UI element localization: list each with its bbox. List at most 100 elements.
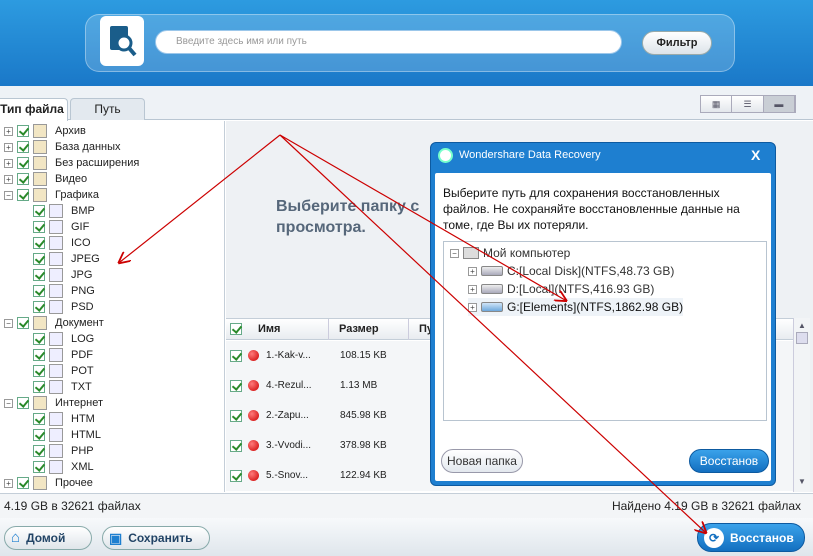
computer-icon xyxy=(463,247,479,259)
tree-item-label: Архив xyxy=(55,125,86,137)
tree-line-icon xyxy=(20,431,29,440)
tree-checkbox[interactable] xyxy=(33,365,45,377)
row-checkbox[interactable] xyxy=(230,380,242,392)
scroll-up-icon[interactable]: ▲ xyxy=(796,320,808,332)
tree-item-label: JPG xyxy=(71,269,93,281)
expand-icon[interactable]: + xyxy=(4,158,13,168)
expand-icon[interactable]: − xyxy=(4,318,13,328)
detail-view-icon[interactable]: ▬ xyxy=(763,96,795,112)
file-type-icon xyxy=(49,380,63,394)
tree-item[interactable]: ICO xyxy=(20,235,91,251)
dialog-title: Wondershare Data Recovery xyxy=(459,149,601,161)
header-size[interactable]: Размер xyxy=(328,319,379,340)
tree-checkbox[interactable] xyxy=(17,189,29,201)
tree-checkbox[interactable] xyxy=(17,125,29,137)
save-button[interactable]: ▣ Сохранить xyxy=(102,526,210,550)
tree-checkbox[interactable] xyxy=(33,237,45,249)
expand-icon[interactable]: − xyxy=(4,190,13,200)
drive-label: C:[Local Disk](NTFS,48.73 GB) xyxy=(507,264,675,278)
expand-icon[interactable]: + xyxy=(4,478,13,488)
tree-checkbox[interactable] xyxy=(33,285,45,297)
collapse-icon[interactable]: − xyxy=(450,248,459,258)
tree-item[interactable]: JPEG xyxy=(20,251,100,267)
tree-item[interactable]: GIF xyxy=(20,219,89,235)
tree-item[interactable]: PDF xyxy=(20,347,93,363)
tree-item-label: TXT xyxy=(71,381,92,393)
tree-item[interactable]: PNG xyxy=(20,283,95,299)
tree-item[interactable]: LOG xyxy=(20,331,94,347)
tree-item[interactable]: + Архив xyxy=(4,123,86,139)
tree-item[interactable]: + Без расширения xyxy=(4,155,139,171)
tree-checkbox[interactable] xyxy=(17,397,29,409)
tree-checkbox[interactable] xyxy=(17,157,29,169)
tree-checkbox[interactable] xyxy=(33,269,45,281)
tree-root[interactable]: − Мой компьютер xyxy=(450,244,570,262)
tree-item[interactable]: − Интернет xyxy=(4,395,103,411)
app-logo-icon xyxy=(438,148,453,163)
tree-item[interactable]: XML xyxy=(20,459,94,475)
header-name[interactable]: Имя xyxy=(258,323,280,335)
search-input[interactable]: Введите здесь имя или путь xyxy=(155,30,622,54)
grid-view-icon[interactable]: ▦ xyxy=(701,96,733,112)
tree-checkbox[interactable] xyxy=(17,317,29,329)
row-checkbox[interactable] xyxy=(230,350,242,362)
tab-path[interactable]: Путь xyxy=(70,98,145,120)
tree-item[interactable]: TXT xyxy=(20,379,92,395)
tree-checkbox[interactable] xyxy=(33,253,45,265)
file-type-icon xyxy=(33,156,47,170)
tree-item[interactable]: + Видео xyxy=(4,171,87,187)
tree-checkbox[interactable] xyxy=(33,301,45,313)
filter-button[interactable]: Фильтр xyxy=(642,31,712,55)
expand-icon[interactable]: + xyxy=(468,302,477,312)
dialog-recover-button[interactable]: Восстанов xyxy=(689,449,769,473)
tree-checkbox[interactable] xyxy=(17,141,29,153)
tree-checkbox[interactable] xyxy=(33,381,45,393)
expand-icon[interactable]: + xyxy=(468,266,477,276)
tree-checkbox[interactable] xyxy=(33,333,45,345)
tree-checkbox[interactable] xyxy=(33,221,45,233)
tree-line-icon xyxy=(20,351,29,360)
expand-icon[interactable]: − xyxy=(4,398,13,408)
tree-item-label: HTML xyxy=(71,429,101,441)
tree-checkbox[interactable] xyxy=(33,349,45,361)
tree-item[interactable]: + База данных xyxy=(4,139,121,155)
tree-item[interactable]: JPG xyxy=(20,267,92,283)
row-checkbox[interactable] xyxy=(230,410,242,422)
select-all-checkbox[interactable] xyxy=(230,323,242,335)
tree-item[interactable]: PHP xyxy=(20,443,94,459)
row-checkbox[interactable] xyxy=(230,440,242,452)
tree-item[interactable]: HTM xyxy=(20,411,95,427)
recover-button[interactable]: ⟳ Восстанов xyxy=(697,523,805,552)
file-type-icon xyxy=(49,284,63,298)
expand-icon[interactable]: + xyxy=(4,126,13,136)
tree-checkbox[interactable] xyxy=(33,445,45,457)
tree-item[interactable]: PSD xyxy=(20,299,94,315)
tree-checkbox[interactable] xyxy=(17,477,29,489)
tree-item[interactable]: − Документ xyxy=(4,315,104,331)
tree-item[interactable]: − Графика xyxy=(4,187,99,203)
list-view-icon[interactable]: ☰ xyxy=(732,96,764,112)
tree-checkbox[interactable] xyxy=(33,413,45,425)
scroll-down-icon[interactable]: ▼ xyxy=(796,476,808,488)
new-folder-button[interactable]: Новая папка xyxy=(441,449,523,473)
tree-item[interactable]: BMP xyxy=(20,203,95,219)
expand-icon[interactable]: + xyxy=(4,174,13,184)
drive-item[interactable]: + D:[Local](NTFS,416.93 GB) xyxy=(468,280,654,298)
tree-item[interactable]: + Прочее xyxy=(4,475,93,491)
tree-checkbox[interactable] xyxy=(33,461,45,473)
scroll-thumb[interactable] xyxy=(796,332,808,344)
home-button[interactable]: ⌂ Домой xyxy=(4,526,92,550)
drive-item[interactable]: + G:[Elements](NTFS,1862.98 GB) xyxy=(468,298,684,316)
close-icon[interactable]: X xyxy=(751,147,760,163)
tree-checkbox[interactable] xyxy=(33,205,45,217)
tab-file-type[interactable]: Тип файла xyxy=(0,98,68,121)
tree-item[interactable]: POT xyxy=(20,363,94,379)
grid-scrollbar[interactable]: ▲ ▼ xyxy=(793,318,810,492)
drive-item[interactable]: + C:[Local Disk](NTFS,48.73 GB) xyxy=(468,262,674,280)
row-checkbox[interactable] xyxy=(230,470,242,482)
tree-item[interactable]: HTML xyxy=(20,427,101,443)
tree-checkbox[interactable] xyxy=(17,173,29,185)
expand-icon[interactable]: + xyxy=(4,142,13,152)
tree-checkbox[interactable] xyxy=(33,429,45,441)
expand-icon[interactable]: + xyxy=(468,284,477,294)
